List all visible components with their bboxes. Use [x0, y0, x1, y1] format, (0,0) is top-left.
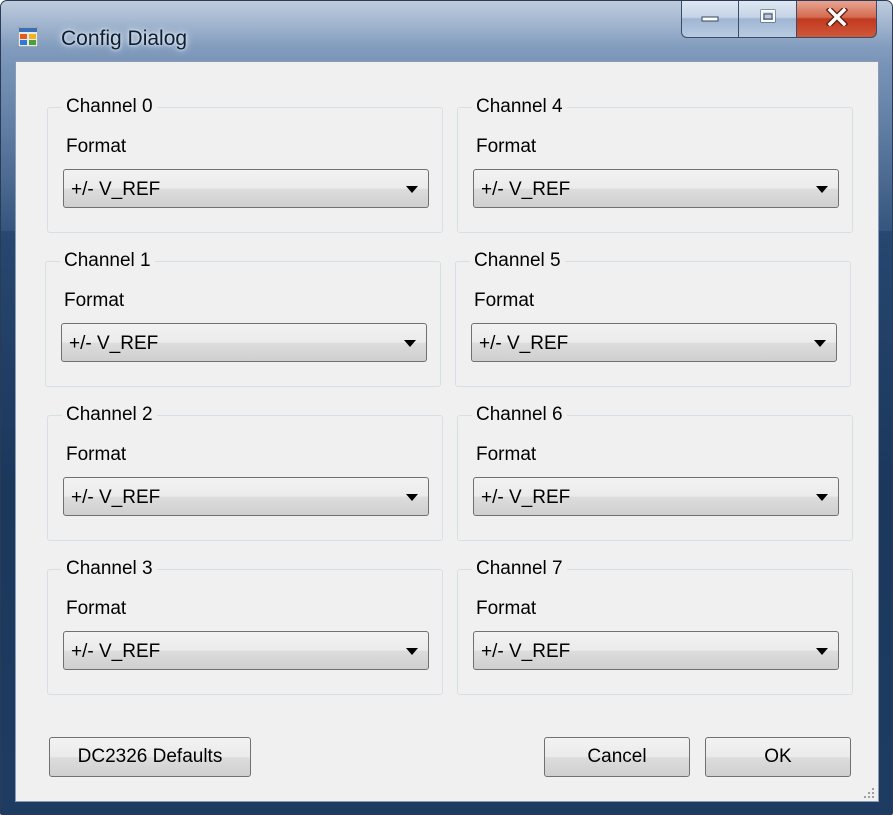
channel-7-format-select[interactable]: +/- V_REF [473, 631, 839, 670]
channel-2-format-select[interactable]: +/- V_REF [63, 477, 429, 516]
channel-1-group: Channel 1 Format +/- V_REF [45, 250, 441, 387]
format-label: Format [476, 444, 537, 465]
channel-7-group: Channel 7 Format +/- V_REF [457, 558, 853, 695]
channel-6-group: Channel 6 Format +/- V_REF [457, 404, 853, 541]
dialog-client-area: Channel 0 Format +/- V_REF Channel 1 For… [15, 61, 879, 802]
channel-0-format-select[interactable]: +/- V_REF [63, 169, 429, 208]
config-dialog-window: Config Dialog Channel 0 Format +/- V_REF… [0, 0, 893, 815]
format-select-value: +/- V_REF [481, 641, 571, 662]
format-label: Format [64, 290, 125, 311]
maximize-button[interactable] [739, 1, 797, 38]
format-select-value: +/- V_REF [71, 641, 161, 662]
resize-grip-icon[interactable] [863, 786, 875, 798]
format-label: Format [476, 136, 537, 157]
channel-1-format-select[interactable]: +/- V_REF [61, 323, 427, 362]
channel-4-group: Channel 4 Format +/- V_REF [457, 96, 853, 233]
dropdown-arrow-icon [406, 494, 418, 501]
format-label: Format [66, 136, 127, 157]
close-button[interactable] [797, 1, 877, 38]
dropdown-arrow-icon [816, 648, 828, 655]
channel-3-format-select[interactable]: +/- V_REF [63, 631, 429, 670]
dc2326-defaults-button[interactable]: DC2326 Defaults [49, 737, 251, 777]
window-app-icon[interactable] [17, 26, 39, 48]
dropdown-arrow-icon [404, 340, 416, 347]
channel-title: Channel 7 [472, 558, 567, 580]
window-title: Config Dialog [61, 27, 188, 50]
channel-title: Channel 5 [470, 250, 565, 272]
dropdown-arrow-icon [814, 340, 826, 347]
dropdown-arrow-icon [816, 494, 828, 501]
channel-title: Channel 3 [62, 558, 157, 580]
channel-6-format-select[interactable]: +/- V_REF [473, 477, 839, 516]
format-select-value: +/- V_REF [481, 487, 571, 508]
format-select-value: +/- V_REF [479, 333, 569, 354]
minimize-icon [699, 10, 721, 29]
channel-0-group: Channel 0 Format +/- V_REF [47, 96, 443, 233]
channel-5-group: Channel 5 Format +/- V_REF [455, 250, 851, 387]
channel-2-group: Channel 2 Format +/- V_REF [47, 404, 443, 541]
channel-title: Channel 0 [62, 96, 157, 118]
channel-title: Channel 6 [472, 404, 567, 426]
channel-3-group: Channel 3 Format +/- V_REF [47, 558, 443, 695]
cancel-button[interactable]: Cancel [544, 737, 690, 777]
dropdown-arrow-icon [406, 648, 418, 655]
format-label: Format [474, 290, 535, 311]
caption-buttons [681, 1, 877, 39]
format-select-value: +/- V_REF [481, 179, 571, 200]
channel-5-format-select[interactable]: +/- V_REF [471, 323, 837, 362]
format-select-value: +/- V_REF [71, 179, 161, 200]
minimize-button[interactable] [681, 1, 739, 38]
dropdown-arrow-icon [816, 186, 828, 193]
channel-title: Channel 2 [62, 404, 157, 426]
format-select-value: +/- V_REF [69, 333, 159, 354]
channel-title: Channel 1 [60, 250, 155, 272]
close-icon [825, 5, 848, 31]
format-label: Format [66, 444, 127, 465]
ok-button[interactable]: OK [705, 737, 851, 777]
format-label: Format [66, 598, 127, 619]
channel-4-format-select[interactable]: +/- V_REF [473, 169, 839, 208]
format-label: Format [476, 598, 537, 619]
dropdown-arrow-icon [406, 186, 418, 193]
format-select-value: +/- V_REF [71, 487, 161, 508]
maximize-icon [757, 8, 779, 31]
title-bar[interactable]: Config Dialog [1, 1, 892, 61]
channel-title: Channel 4 [472, 96, 567, 118]
